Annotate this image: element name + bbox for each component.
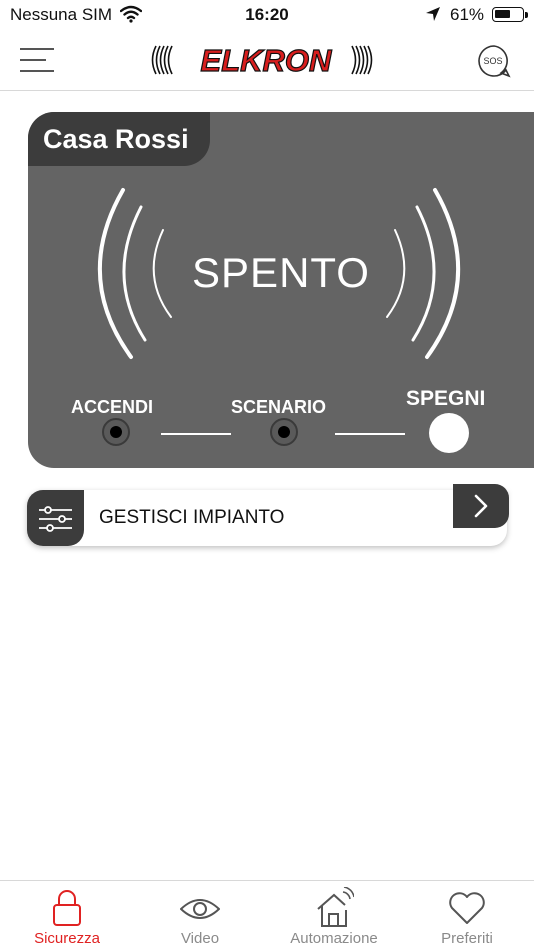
battery-percentage: 61% xyxy=(450,5,485,24)
tab-automazione-label: Automazione xyxy=(290,930,378,947)
battery-icon xyxy=(492,7,528,22)
system-name: Casa Rossi xyxy=(28,112,210,166)
sos-label: SOS xyxy=(483,56,502,66)
logo-text: ELKRON xyxy=(201,43,333,78)
elkron-logo: ELKRON xyxy=(151,42,373,78)
mode-connector xyxy=(335,433,405,435)
mode-spegni-label: SPEGNI xyxy=(406,387,486,410)
tab-video-label: Video xyxy=(180,930,220,947)
manage-system-label: GESTISCI IMPIANTO xyxy=(99,507,285,528)
smart-home-icon xyxy=(317,887,354,927)
manage-system-button[interactable]: GESTISCI IMPIANTO xyxy=(27,484,509,546)
mode-accendi-button[interactable] xyxy=(102,418,130,446)
status-bar: Nessuna SIM 16:20 61% xyxy=(0,0,534,30)
lock-icon xyxy=(53,890,81,926)
location-arrow-icon xyxy=(426,7,440,21)
bottom-tab-bar: Sicurezza Video Automazione Preferiti xyxy=(0,880,534,951)
tab-automazione[interactable]: Automazione xyxy=(267,881,401,951)
mode-scenario-label: SCENARIO xyxy=(231,397,327,417)
app-header: ELKRON SOS xyxy=(0,30,534,91)
hamburger-menu-button[interactable] xyxy=(20,46,56,74)
system-status-card: Casa Rossi SPENTO ACCENDI SCENARIO SPEGN… xyxy=(28,112,534,468)
settings-sliders-icon xyxy=(27,490,84,546)
mode-accendi-label: ACCENDI xyxy=(71,397,154,417)
sos-button[interactable]: SOS xyxy=(477,44,511,78)
tab-sicurezza-label: Sicurezza xyxy=(34,930,100,947)
mode-connector xyxy=(161,433,231,435)
tab-preferiti[interactable]: Preferiti xyxy=(400,881,534,951)
heart-icon xyxy=(449,892,485,924)
tab-video[interactable]: Video xyxy=(133,881,267,951)
tab-preferiti-label: Preferiti xyxy=(441,930,493,947)
chevron-right-icon[interactable] xyxy=(453,484,509,528)
sos-bubble-icon: SOS xyxy=(478,45,511,78)
mode-spegni-button[interactable] xyxy=(429,413,469,453)
tab-sicurezza[interactable]: Sicurezza xyxy=(0,881,134,951)
alarm-state-label: SPENTO xyxy=(192,249,370,296)
mode-scenario-button[interactable] xyxy=(270,418,298,446)
eye-icon xyxy=(180,899,220,919)
